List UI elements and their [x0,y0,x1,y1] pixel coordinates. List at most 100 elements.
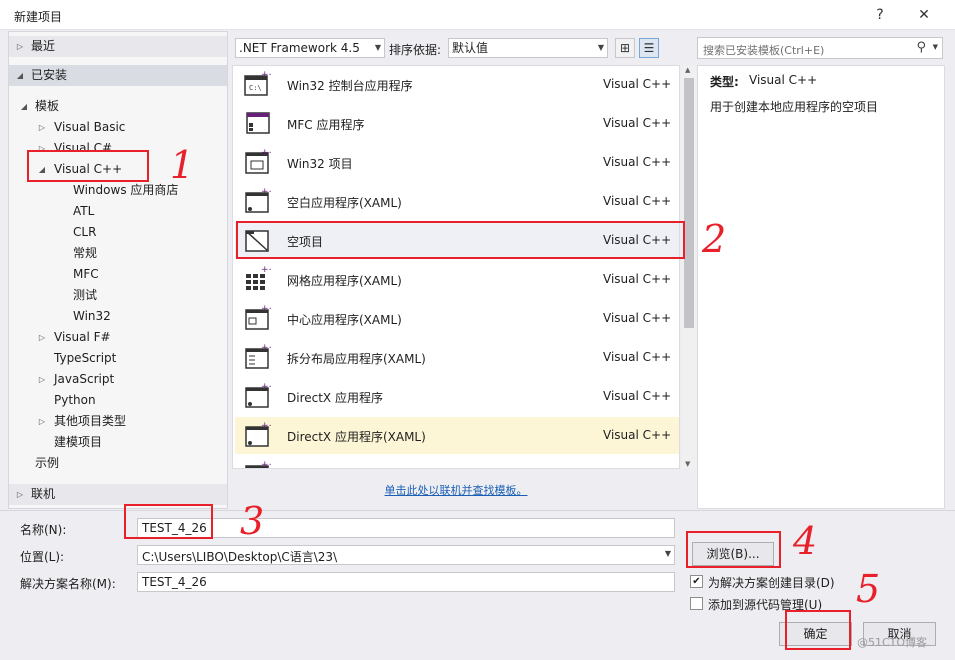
grid-view-button[interactable]: ⊞ [615,38,635,58]
tree-item-installed[interactable]: ◢ 已安装 [9,65,227,86]
template-list: C:\++ Win32 控制台应用程序 Visual C++ MFC 应用程序 … [232,65,680,469]
list-item[interactable]: ++ 空白应用程序(XAML) Visual C++ [235,183,679,220]
framework-dropdown[interactable]: .NET Framework 4.5 ▼ [235,38,385,58]
expand-arrow-icon: ▷ [16,42,24,51]
chevron-down-icon: ▼ [932,43,938,51]
tree-item-modeling[interactable]: 建模项目 [54,432,102,453]
search-input[interactable]: 搜索已安装模板(Ctrl+E) ⚲ ▼ [697,37,943,59]
tree-item-win32[interactable]: Win32 [73,306,111,327]
annotation-number-1: 1 [170,143,195,187]
expand-arrow-icon: ▷ [38,333,46,342]
list-item[interactable]: ++ 中心应用程序(XAML) Visual C++ [235,300,679,337]
tree-item-python[interactable]: Python [54,390,96,411]
collapse-arrow-icon: ◢ [16,71,24,80]
svg-text:++: ++ [261,148,271,158]
tree-item-online[interactable]: ▷ 联机 [9,484,227,505]
console-app-icon: C:\ ++ [244,70,271,96]
annotation-box-4 [686,531,781,568]
dialog-title: 新建项目 [14,10,63,24]
tree-item-mfc[interactable]: MFC [73,264,99,285]
annotation-box-5 [785,610,851,650]
template-icon: ++ [245,460,271,469]
hub-app-icon: ++ [245,304,271,330]
tree-item-windows-store[interactable]: Windows 应用商店 [73,180,178,201]
svg-text:++: ++ [261,460,271,469]
tree-item-recent[interactable]: ▷ 最近 [9,36,227,57]
directx-app-icon: ++ [245,382,271,408]
close-button[interactable]: ✕ [910,4,938,26]
tree-item-typescript[interactable]: TypeScript [54,348,116,369]
title-bar [0,0,955,30]
annotation-box-2 [236,221,685,259]
list-item[interactable]: ++ DirectX 应用程序 Visual C++ [235,378,679,415]
tree-item-test[interactable]: 测试 [73,285,97,306]
solution-name-input[interactable]: TEST_4_26 [137,572,675,592]
type-value: Visual C++ [749,73,818,87]
expand-arrow-icon: ▷ [38,417,46,426]
collapse-arrow-icon: ◢ [20,102,28,111]
scroll-up-icon[interactable]: ▲ [685,66,690,74]
scrollbar-thumb[interactable] [684,78,694,328]
annotation-number-2: 2 [702,217,727,261]
search-icon: ⚲ [916,40,926,55]
svg-text:C:\: C:\ [249,84,262,92]
template-tree: ▷ 最近 ◢ 已安装 ◢ 模板 ▷ Visual Basic ▷ Visual … [8,31,228,509]
annotation-box-1 [27,150,149,182]
win32-project-icon: ++ [245,148,271,174]
checkmark-icon: ✔ [692,576,701,587]
expand-arrow-icon: ▷ [38,375,46,384]
tree-item-samples[interactable]: 示例 [35,453,59,474]
blank-app-icon: ++ [245,187,271,213]
list-item[interactable]: ++ 拆分布局应用程序(XAML) Visual C++ [235,339,679,376]
svg-text:++: ++ [261,421,271,431]
list-view-button[interactable]: ☰ [639,38,659,58]
create-dir-label: 为解决方案创建目录(D) [708,576,835,590]
list-item[interactable]: C:\++ Win32 控制台应用程序 Visual C++ [235,66,679,103]
online-templates-link[interactable]: 单击此处以联机并查找模板。 [232,482,680,498]
annotation-number-4: 4 [793,519,818,563]
tree-item-general[interactable]: 常规 [73,243,97,264]
help-button[interactable]: ? [866,4,894,26]
expand-arrow-icon: ▷ [16,490,24,499]
directx-xaml-app-icon: ++ [245,421,271,447]
list-item[interactable]: ++ DirectX 应用程序(XAML) Visual C++ [235,417,679,454]
grid-app-icon: ++ [246,265,271,290]
split-layout-icon: ++ [245,343,271,369]
name-label: 名称(N): [20,523,67,537]
list-item[interactable]: MFC 应用程序 Visual C++ [235,105,679,142]
list-item[interactable]: ++ Win32 项目 Visual C++ [235,144,679,181]
tree-item-atl[interactable]: ATL [73,201,94,222]
tree-item-clr[interactable]: CLR [73,222,96,243]
solution-name-label: 解决方案名称(M): [20,577,116,591]
description-panel [697,65,945,509]
svg-text:++: ++ [261,382,271,392]
list-view-icon: ☰ [643,41,655,55]
mfc-app-icon [246,112,270,134]
watermark: @51CTO博客 [857,636,928,649]
type-label: 类型: [710,75,739,89]
create-dir-checkbox[interactable]: ✔ [690,575,703,588]
chevron-down-icon: ▼ [374,43,381,52]
chevron-down-icon[interactable]: ▼ [665,549,671,558]
svg-text:++: ++ [261,265,271,275]
svg-text:++: ++ [261,187,271,197]
annotation-box-3 [124,504,213,539]
annotation-number-3: 3 [240,499,265,543]
scroll-down-icon[interactable]: ▼ [685,460,690,468]
list-item[interactable]: ++ 网格应用程序(XAML) Visual C++ [235,261,679,298]
list-item[interactable]: ++ [235,456,679,469]
annotation-number-5: 5 [856,567,881,611]
grid-view-icon: ⊞ [619,41,631,55]
sort-label: 排序依据: [389,43,442,57]
svg-text:++: ++ [261,343,271,353]
sort-dropdown[interactable]: 默认值 ▼ [448,38,608,58]
location-input[interactable]: C:\Users\LIBO\Desktop\C语言\23\ ▼ [137,545,675,565]
description-text: 用于创建本地应用程序的空项目 [710,100,879,114]
chevron-down-icon: ▼ [597,43,604,52]
location-label: 位置(L): [20,550,65,564]
svg-text:++: ++ [261,70,271,80]
svg-text:++: ++ [261,304,271,314]
add-source-checkbox[interactable] [690,597,703,610]
name-input[interactable]: TEST_4_26 [137,518,675,538]
expand-arrow-icon: ▷ [38,123,46,132]
